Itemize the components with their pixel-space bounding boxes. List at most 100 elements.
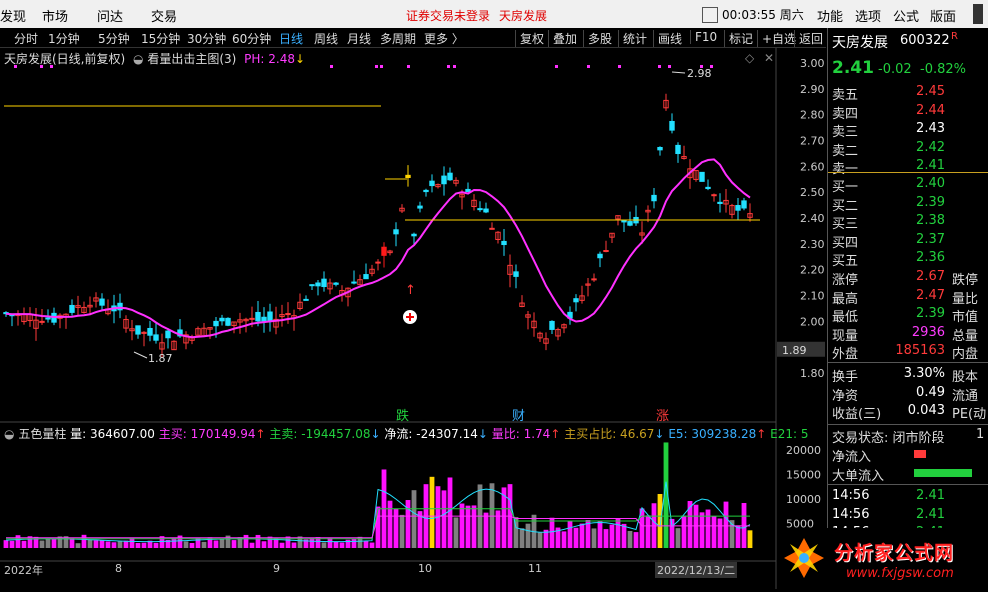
clock: 00:03:55 周六 [722,8,804,22]
period-more[interactable]: 更多 〉 [424,30,464,47]
overlay-button[interactable]: 叠加 [548,30,577,47]
period-1min[interactable]: 1分钟 [48,30,80,47]
diamond-icon[interactable]: ◇ [745,51,754,65]
quote-row-label: 收益(三) [832,407,882,423]
f10-button[interactable]: F10 [690,30,717,44]
quote-row-label2: PE(动 [952,407,987,423]
menu-layout[interactable]: 版面 [930,6,956,25]
volume-bar [105,541,111,548]
candle-body [411,233,417,237]
up-arrow-icon: ↑ [405,283,416,298]
candle-body [441,175,447,185]
quote-row: 买四 2.37 [832,232,988,251]
stats-button[interactable]: 统计 [618,30,647,47]
big-flow-label: 大单流入 [832,469,885,484]
candle-body [597,253,603,259]
draw-button[interactable]: 画线 [653,30,682,47]
fuquan-button[interactable]: 复权 [515,30,544,47]
x-label-9: 9 [273,562,280,575]
quote-row-value: 2.36 [916,250,945,266]
volume-bar [231,540,237,548]
volume-bar [393,508,399,548]
mark-button[interactable]: 标记 [724,30,753,47]
menu-wenda[interactable]: 问达 [97,6,123,25]
period-daily[interactable]: 日线 [279,30,303,47]
login-notice[interactable]: 证券交易未登录 [406,7,490,24]
kline-chart[interactable]: 3.00 2.90 2.80 2.70 2.60 2.50 2.40 2.30 2.20 2.10… [0,48,826,589]
menu-discover[interactable]: 发现 [0,6,26,25]
candle-body [573,298,579,303]
menu-formula[interactable]: 公式 [893,6,919,25]
signal-dot [407,65,410,68]
volume-bar [429,476,435,548]
period-weekly[interactable]: 周线 [314,30,338,47]
multi-stock-button[interactable]: 多股 [583,30,612,47]
x-label-year: 2022年 [4,564,43,577]
period-30min[interactable]: 30分钟 [187,30,226,47]
volume-bar [675,528,681,548]
volume-bar [573,527,579,548]
indicator-settings-icon[interactable]: ◒ [133,52,143,66]
stock-notice[interactable]: 天房发展 [499,7,547,24]
high-price-marker: 2.98 [687,67,712,80]
period-monthly[interactable]: 月线 [347,30,371,47]
volume-bar [333,541,339,548]
candle-body [417,205,423,209]
menu-trade[interactable]: 交易 [151,6,177,25]
volume-bar [579,523,585,548]
volume-bar [9,540,15,548]
period-fenshi[interactable]: 分时 [14,30,38,47]
add-watchlist-button[interactable]: +自选 [757,30,796,47]
quote-row-label: 买一 [832,180,859,195]
indicator-name[interactable]: 看量出击主图(3) [147,52,236,66]
quote-row: 买二 2.39 [832,195,988,214]
period-multi[interactable]: 多周期 [380,30,416,47]
up-arrow-icon: ↑ [756,427,767,441]
quote-row: 换手 3.30% 股本 [832,366,988,385]
period-15min[interactable]: 15分钟 [141,30,180,47]
quote-row-value: 185163 [895,343,945,359]
indicator-settings-icon[interactable]: ◒ [4,427,14,441]
window-control[interactable] [973,4,983,24]
up-arrow-icon: ↑ [550,427,561,441]
candle-body [153,334,159,341]
volume-bar [243,534,249,548]
quote-row-value: 2.43 [916,121,945,137]
volume-bar [141,542,147,548]
current-price: 2.41 [832,58,874,78]
menu-function[interactable]: 功能 [817,6,843,25]
candle-body [735,205,741,211]
close-icon[interactable]: ✕ [764,51,774,65]
trade-status-tail: 1 [976,427,985,442]
menu-options[interactable]: 选项 [855,6,881,25]
back-button[interactable]: 返回 [794,30,823,47]
menu-market[interactable]: 市场 [42,6,68,25]
quote-row: 外盘 185163 内盘 [832,343,988,362]
quote-row: 最高 2.47 量比 [832,288,988,307]
volume-bar [621,523,627,548]
volume-bar [471,505,477,548]
quote-row-label2: 流通 [952,388,979,404]
volume-indicator-name[interactable]: 五色量柱 [18,427,66,441]
candle-body [69,304,75,313]
signal-dot [700,65,703,68]
volume-bar [615,519,621,548]
volume-bar [45,538,51,548]
quote-row-label: 买五 [832,254,859,270]
candle-body [99,298,105,306]
quote-row-label: 涨停 [832,273,859,288]
candle-body [45,317,51,320]
volume-bar [87,539,93,548]
candle-body [213,320,219,327]
volume-value: 量: 364607.00 [70,427,155,441]
volume-bar [399,514,405,548]
candle-body [477,208,483,211]
period-5min[interactable]: 5分钟 [98,30,130,47]
period-60min[interactable]: 60分钟 [232,30,271,47]
envelope-icon[interactable] [702,7,718,23]
volume-bar [81,534,87,548]
volume-bar [699,512,705,548]
main-buy-ratio: 主买占比: 46.67 [564,427,655,441]
quote-row-label2: 量比 [952,291,979,307]
volume-bar [657,494,663,548]
